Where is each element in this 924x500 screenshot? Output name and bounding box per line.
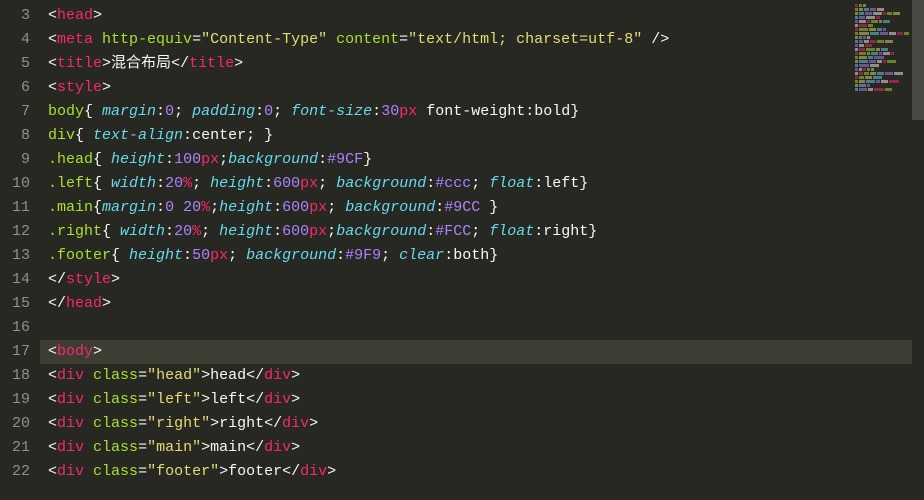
line-number: 3: [0, 4, 30, 28]
line-number: 22: [0, 460, 30, 484]
code-line[interactable]: </style>: [48, 268, 924, 292]
code-editor: 345678910111213141516171819202122 <head>…: [0, 0, 924, 500]
line-number: 15: [0, 292, 30, 316]
line-number: 8: [0, 124, 30, 148]
line-number: 13: [0, 244, 30, 268]
line-number: 4: [0, 28, 30, 52]
code-line[interactable]: <div class="main">main</div>: [48, 436, 924, 460]
code-line[interactable]: .head{ height:100px;background:#9CF}: [48, 148, 924, 172]
code-line[interactable]: .left{ width:20%; height:600px; backgrou…: [48, 172, 924, 196]
line-number: 10: [0, 172, 30, 196]
code-line[interactable]: [48, 316, 924, 340]
line-number: 19: [0, 388, 30, 412]
code-line[interactable]: <div class="footer">footer</div>: [48, 460, 924, 484]
code-line[interactable]: <div class="head">head</div>: [48, 364, 924, 388]
code-line[interactable]: .right{ width:20%; height:600px;backgrou…: [48, 220, 924, 244]
line-number: 6: [0, 76, 30, 100]
line-number: 18: [0, 364, 30, 388]
line-number-gutter: 345678910111213141516171819202122: [0, 0, 40, 500]
code-line[interactable]: <title>混合布局</title>: [48, 52, 924, 76]
code-line[interactable]: <head>: [48, 4, 924, 28]
code-line[interactable]: div{ text-align:center; }: [48, 124, 924, 148]
code-line[interactable]: .main{margin:0 20%;height:600px; backgro…: [48, 196, 924, 220]
line-number: 9: [0, 148, 30, 172]
code-line[interactable]: .footer{ height:50px; background:#9F9; c…: [48, 244, 924, 268]
line-number: 20: [0, 412, 30, 436]
code-line[interactable]: </head>: [48, 292, 924, 316]
line-number: 7: [0, 100, 30, 124]
line-number: 16: [0, 316, 30, 340]
line-number: 17: [0, 340, 30, 364]
code-line[interactable]: <body>: [40, 340, 924, 364]
code-line[interactable]: <meta http-equiv="Content-Type" content=…: [48, 28, 924, 52]
vertical-scrollbar[interactable]: [912, 0, 924, 500]
line-number: 12: [0, 220, 30, 244]
code-line[interactable]: <style>: [48, 76, 924, 100]
code-line[interactable]: body{ margin:0; padding:0; font-size:30p…: [48, 100, 924, 124]
line-number: 21: [0, 436, 30, 460]
line-number: 14: [0, 268, 30, 292]
minimap[interactable]: [855, 4, 910, 94]
code-area[interactable]: <head><meta http-equiv="Content-Type" co…: [40, 0, 924, 500]
line-number: 5: [0, 52, 30, 76]
scrollbar-thumb[interactable]: [912, 0, 924, 120]
code-line[interactable]: <div class="right">right</div>: [48, 412, 924, 436]
code-line[interactable]: <div class="left">left</div>: [48, 388, 924, 412]
line-number: 11: [0, 196, 30, 220]
